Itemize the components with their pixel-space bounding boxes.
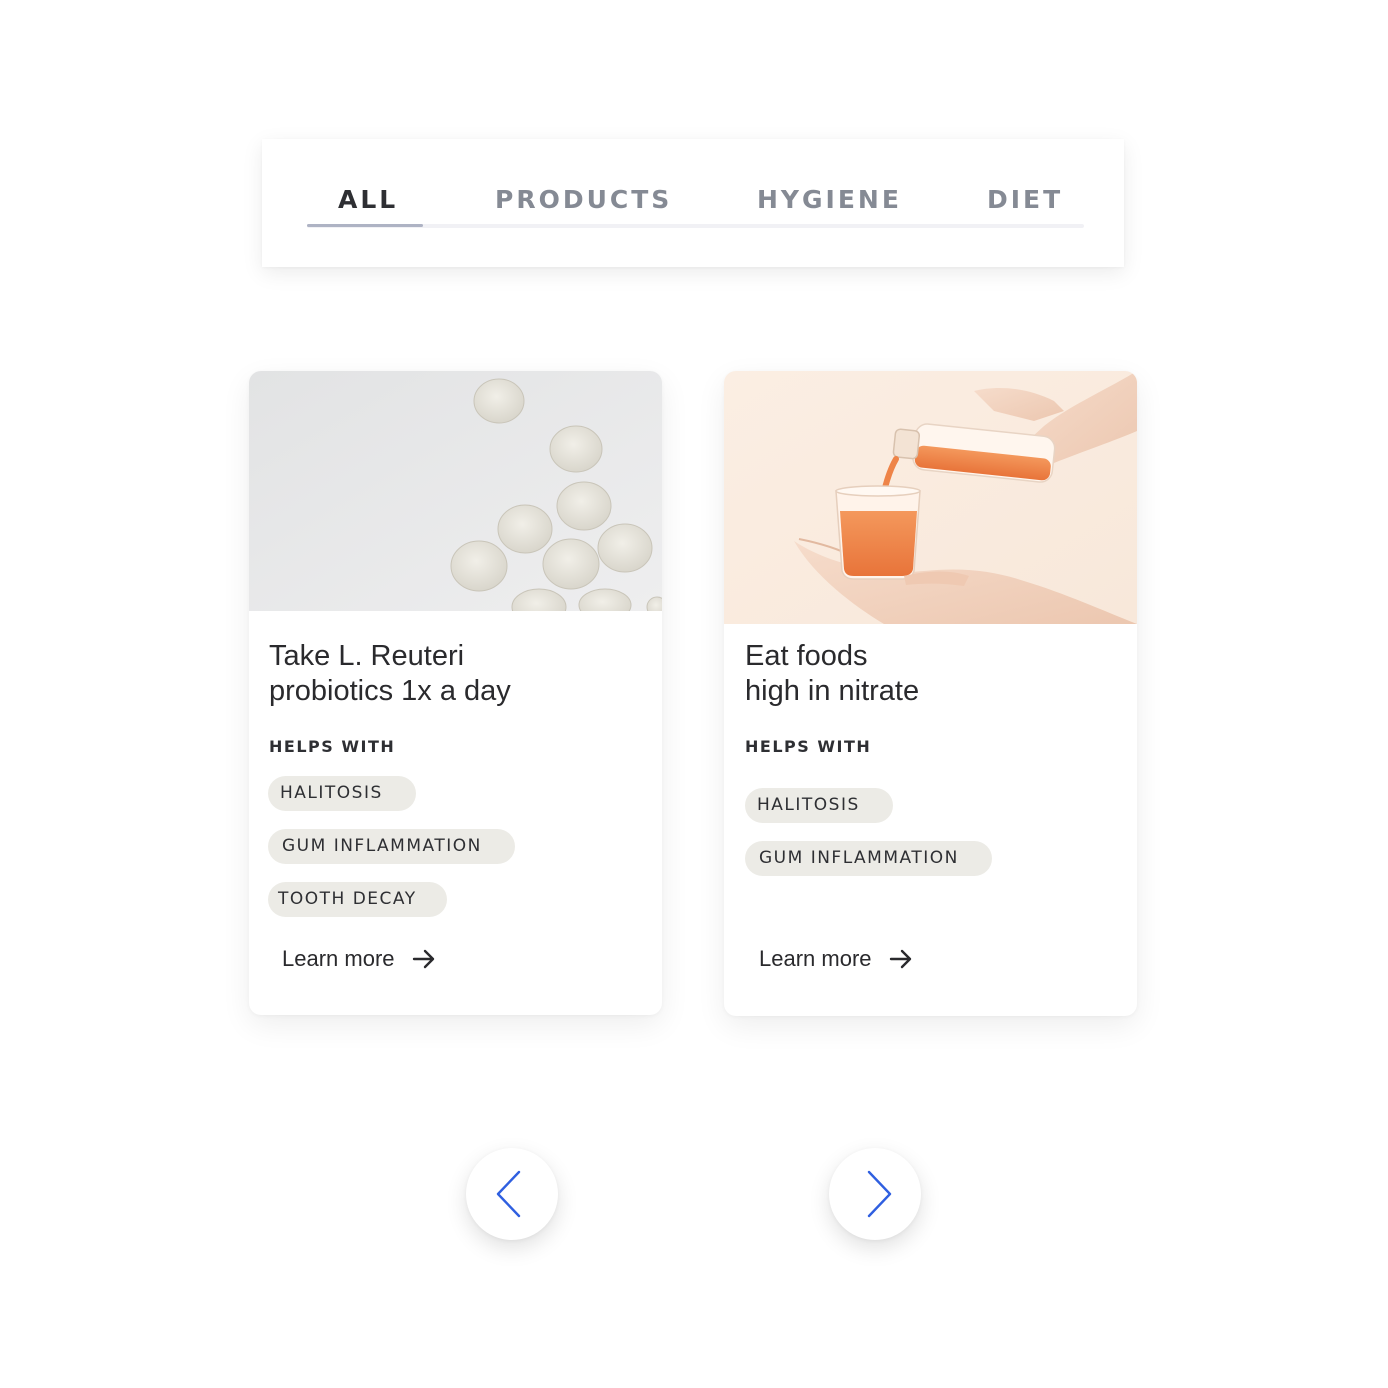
chevron-right-icon bbox=[867, 1170, 892, 1218]
juice-pouring-image bbox=[724, 371, 1137, 624]
active-tab-indicator bbox=[307, 224, 423, 227]
arrow-right-icon bbox=[412, 949, 434, 969]
learn-more-link[interactable]: Learn more bbox=[282, 944, 437, 974]
helps-with-label: HELPS WITH bbox=[269, 737, 396, 756]
recommendation-card: Take L. Reuteri probiotics 1x a day HELP… bbox=[249, 371, 662, 1015]
previous-button[interactable] bbox=[466, 1148, 558, 1240]
tabs-track bbox=[307, 224, 1084, 228]
card-title: Eat foods high in nitrate bbox=[745, 640, 920, 707]
helps-with-label: HELPS WITH bbox=[745, 737, 872, 756]
learn-more-label: Learn more bbox=[282, 946, 395, 971]
learn-more-link[interactable]: Learn more bbox=[759, 944, 914, 974]
chip-halitosis: HALITOSIS bbox=[268, 776, 416, 811]
chip-gum-inflammation: GUM INFLAMMATION bbox=[268, 829, 515, 864]
tab-hygiene[interactable]: HYGIENE bbox=[757, 185, 902, 214]
card-title: Take L. Reuteri probiotics 1x a day bbox=[269, 640, 511, 707]
learn-more-label: Learn more bbox=[759, 946, 872, 971]
recommendation-card: Eat foods high in nitrate HELPS WITH HAL… bbox=[724, 371, 1137, 1016]
tab-diet[interactable]: DIET bbox=[987, 185, 1063, 214]
tab-all[interactable]: ALL bbox=[338, 185, 398, 214]
arrow-right-icon bbox=[889, 949, 911, 969]
chevron-left-icon bbox=[496, 1170, 521, 1218]
filter-tabs: ALL PRODUCTS HYGIENE DIET bbox=[262, 139, 1124, 267]
page: ALL PRODUCTS HYGIENE DIET Take L. Reuter… bbox=[0, 0, 1388, 1388]
probiotic-tablets-image bbox=[249, 371, 662, 611]
chip-tooth-decay: TOOTH DECAY bbox=[268, 882, 447, 917]
tab-products[interactable]: PRODUCTS bbox=[495, 185, 672, 214]
next-button[interactable] bbox=[829, 1148, 921, 1240]
chip-gum-inflammation: GUM INFLAMMATION bbox=[745, 841, 992, 876]
chip-halitosis: HALITOSIS bbox=[745, 788, 893, 823]
